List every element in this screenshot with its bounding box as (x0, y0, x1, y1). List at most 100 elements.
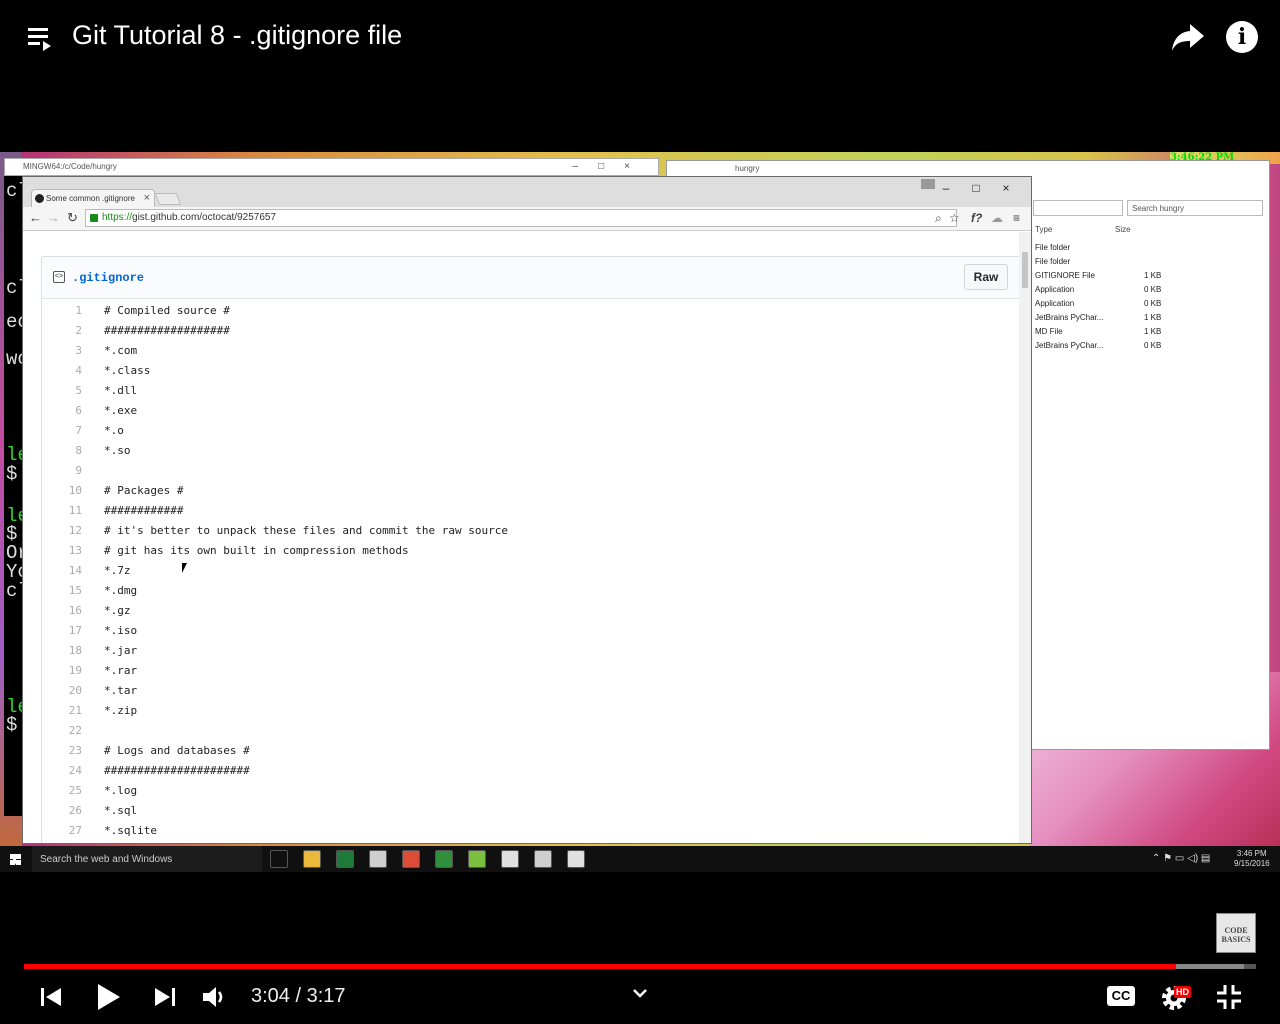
channel-logo[interactable]: CODE BASICS (1216, 913, 1256, 953)
line-number[interactable]: 20 (42, 684, 82, 697)
line-number[interactable]: 26 (42, 804, 82, 817)
explorer-col-type[interactable]: Type (1035, 225, 1052, 234)
info-icon[interactable]: i (1226, 21, 1258, 53)
previous-icon[interactable] (40, 986, 62, 1008)
line-number[interactable]: 27 (42, 824, 82, 837)
explorer-row-type[interactable]: Application (1035, 299, 1074, 308)
explorer-row-type[interactable]: File folder (1035, 257, 1070, 266)
code-line: 19 *.rar (42, 659, 1020, 679)
line-number[interactable]: 13 (42, 544, 82, 557)
line-number[interactable]: 16 (42, 604, 82, 617)
chevron-down-icon[interactable] (632, 987, 648, 999)
forward-icon[interactable]: → (47, 210, 60, 225)
progress-bar[interactable] (24, 964, 1256, 969)
extension-icon[interactable]: f? (971, 211, 982, 225)
close-icon[interactable]: × (991, 181, 1021, 195)
menu-icon[interactable]: ≡ (1013, 211, 1020, 225)
playlist-icon[interactable] (28, 26, 54, 52)
task-view-icon[interactable] (270, 850, 288, 868)
windows-start-icon[interactable] (10, 854, 21, 865)
captions-icon[interactable]: CC (1107, 986, 1135, 1006)
line-number[interactable]: 19 (42, 664, 82, 677)
line-number[interactable]: 9 (42, 464, 82, 477)
exit-fullscreen-icon[interactable] (1216, 984, 1242, 1010)
taskbar-search-input[interactable]: Search the web and Windows (32, 846, 262, 872)
line-number[interactable]: 11 (42, 504, 82, 517)
line-number[interactable]: 22 (42, 724, 82, 737)
play-icon[interactable] (96, 983, 122, 1011)
git-icon[interactable] (501, 850, 519, 868)
share-icon[interactable] (1170, 20, 1206, 54)
code-text: *.dll (104, 384, 138, 397)
cloud-icon[interactable]: ☁ (991, 211, 1003, 225)
reload-icon[interactable]: ↻ (67, 210, 78, 226)
back-icon[interactable]: ← (29, 210, 42, 225)
line-number[interactable]: 10 (42, 484, 82, 497)
video-title[interactable]: Git Tutorial 8 - .gitignore file (72, 20, 402, 51)
address-bar[interactable]: https://gist.github.com/octocat/9257657 (85, 209, 957, 227)
line-number[interactable]: 4 (42, 364, 82, 377)
explorer-row-type[interactable]: JetBrains PyChar... (1035, 341, 1103, 350)
zoom-icon[interactable]: ⌕ (935, 211, 942, 226)
github-icon (35, 194, 44, 203)
browser-tab[interactable]: Some common .gitignore × (31, 189, 155, 207)
line-number[interactable]: 23 (42, 744, 82, 757)
line-number[interactable]: 15 (42, 584, 82, 597)
notepadpp-icon[interactable] (468, 850, 486, 868)
code-line: 27 *.sqlite (42, 819, 1020, 839)
explorer-row-type[interactable]: JetBrains PyChar... (1035, 313, 1103, 322)
line-number[interactable]: 8 (42, 444, 82, 457)
line-number[interactable]: 18 (42, 644, 82, 657)
terminal-line: cl (6, 180, 22, 202)
bookmark-star-icon[interactable]: ☆ (949, 211, 960, 225)
taskbar-clock[interactable]: 3:46 PM 9/15/2016 (1234, 849, 1270, 869)
explorer-search-input[interactable]: Search hungry (1127, 200, 1263, 216)
line-number[interactable]: 25 (42, 784, 82, 797)
explorer-row-type[interactable]: Application (1035, 285, 1074, 294)
explorer-row-type[interactable]: GITIGNORE File (1035, 271, 1095, 280)
code-text: ###################### (104, 764, 250, 777)
code-text: *.sqlite (104, 824, 157, 837)
tab-title: Some common .gitignore (46, 194, 135, 203)
mouse-cursor-icon (182, 563, 187, 573)
maximize-icon[interactable]: □ (961, 181, 991, 195)
video-player[interactable]: Git Tutorial 8 - .gitignore file i 3:46:… (0, 0, 1280, 1024)
line-number[interactable]: 5 (42, 384, 82, 397)
gist-filename[interactable]: .gitignore (72, 271, 144, 285)
line-number[interactable]: 3 (42, 344, 82, 357)
minimize-icon[interactable]: – (931, 181, 961, 195)
chrome-icon[interactable] (402, 850, 420, 868)
explorer-address-bar[interactable] (1033, 200, 1123, 216)
new-tab-button[interactable] (154, 193, 182, 205)
next-icon[interactable] (154, 986, 176, 1008)
scrollbar-thumb[interactable] (1022, 252, 1028, 288)
file-icon[interactable] (534, 850, 552, 868)
file-explorer-icon[interactable] (303, 850, 321, 868)
line-number[interactable]: 17 (42, 624, 82, 637)
camtasia-icon[interactable] (435, 850, 453, 868)
line-number[interactable]: 12 (42, 524, 82, 537)
excel-icon[interactable] (336, 850, 354, 868)
code-line: 5 *.dll (42, 379, 1020, 399)
page-scrollbar[interactable] (1019, 232, 1031, 843)
explorer-col-size[interactable]: Size (1115, 225, 1131, 234)
line-number[interactable]: 14 (42, 564, 82, 577)
explorer-row-type[interactable]: File folder (1035, 243, 1070, 252)
terminal-window-controls[interactable]: –□× (573, 161, 650, 172)
line-number[interactable]: 1 (42, 304, 82, 317)
line-number[interactable]: 6 (42, 404, 82, 417)
line-number[interactable]: 21 (42, 704, 82, 717)
close-tab-icon[interactable]: × (144, 192, 150, 204)
line-number[interactable]: 7 (42, 424, 82, 437)
line-number[interactable]: 2 (42, 324, 82, 337)
explorer-row-type[interactable]: MD File (1035, 327, 1063, 336)
store-icon[interactable] (369, 850, 387, 868)
system-tray[interactable]: ⌃ ⚑ ▭ ◁) ▤ (1152, 853, 1210, 864)
volume-icon[interactable] (202, 984, 228, 1010)
line-number[interactable]: 24 (42, 764, 82, 777)
raw-button[interactable]: Raw (964, 264, 1008, 290)
hd-badge: HD (1174, 986, 1191, 998)
video-frame[interactable]: 3:46:22 PM 09/15/2016 MINGW64:/c/Code/hu… (0, 152, 1280, 872)
recorder-icon[interactable] (567, 850, 585, 868)
code-text: ################### (104, 324, 230, 337)
